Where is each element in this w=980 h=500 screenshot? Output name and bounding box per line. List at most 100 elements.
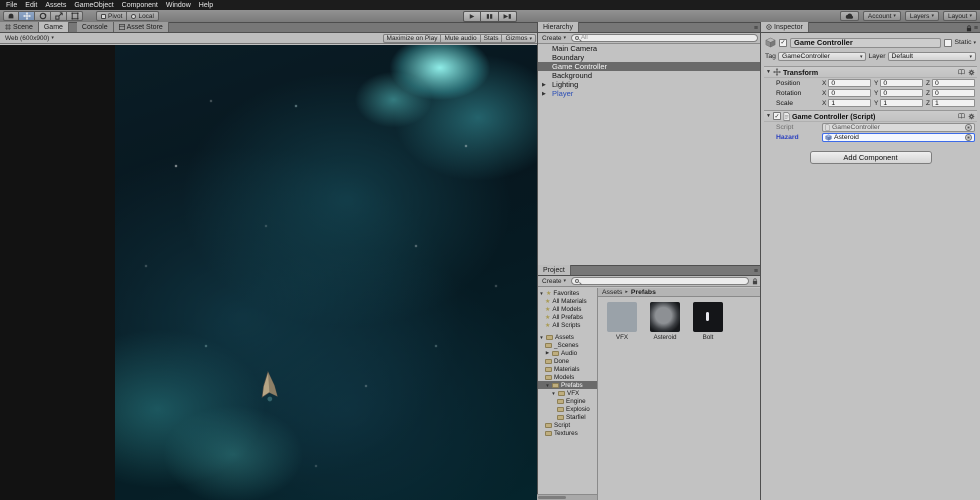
tab-asset-store[interactable]: Asset Store xyxy=(113,22,169,32)
tab-console[interactable]: Console xyxy=(76,22,114,32)
position-x-field[interactable]: 0 xyxy=(828,79,871,87)
favorites-root[interactable]: ▼ ★ Favorites xyxy=(538,289,597,297)
tab-hierarchy[interactable]: Hierarchy xyxy=(538,22,579,32)
folder-models[interactable]: Models xyxy=(538,373,597,381)
panel-menu-icon[interactable]: ≡ xyxy=(974,25,978,32)
pivot-toggle-button[interactable]: Pivot xyxy=(96,11,128,21)
breadcrumb-current[interactable]: Prefabs xyxy=(631,289,656,296)
folder-engine[interactable]: Engine xyxy=(538,397,597,405)
folder-vfx[interactable]: ▼ VFX xyxy=(538,389,597,397)
menu-window[interactable]: Window xyxy=(162,2,195,9)
tag-dropdown[interactable]: GameController ▾ xyxy=(777,52,867,61)
rotation-z-field[interactable]: 0 xyxy=(931,89,975,97)
static-toggle[interactable]: Static ▾ xyxy=(944,38,976,47)
menu-help[interactable]: Help xyxy=(195,2,217,9)
foldout-icon[interactable]: ▼ xyxy=(766,69,771,75)
scale-y-field[interactable]: 1 xyxy=(880,99,923,107)
collab-cloud-button[interactable] xyxy=(839,11,859,21)
hierarchy-item-player[interactable]: ▶ Player xyxy=(538,89,760,98)
folder-materials[interactable]: Materials xyxy=(538,365,597,373)
favorite-all-scripts[interactable]: ★ All Scripts xyxy=(538,321,597,329)
foldout-icon[interactable]: ▶ xyxy=(542,82,546,88)
folder-prefabs[interactable]: ▼ Prefabs xyxy=(538,381,597,389)
scrollbar-thumb[interactable] xyxy=(538,496,566,499)
scale-tool-button[interactable] xyxy=(51,11,67,21)
script-object-field[interactable]: GameController xyxy=(822,122,975,132)
script-component-header[interactable]: ▼ ✓ Game Controller (Script) xyxy=(764,111,977,122)
transform-header[interactable]: ▼ Transform xyxy=(764,67,977,78)
assets-root[interactable]: ▼ Assets xyxy=(538,333,597,341)
favorite-all-materials[interactable]: ★ All Materials xyxy=(538,297,597,305)
step-button[interactable]: ▶▮ xyxy=(499,11,517,22)
aspect-ratio-dropdown[interactable]: Web (600x900) ▾ xyxy=(2,34,57,42)
foldout-icon[interactable]: ▼ xyxy=(539,291,544,296)
scale-x-field[interactable]: 1 xyxy=(828,99,871,107)
gear-icon[interactable] xyxy=(968,69,975,76)
project-create-dropdown[interactable]: Create ▾ xyxy=(540,278,568,285)
hazard-object-field[interactable]: Asteroid xyxy=(822,132,975,142)
favorite-all-prefabs[interactable]: ★ All Prefabs xyxy=(538,313,597,321)
stats-button[interactable]: Stats xyxy=(480,34,503,43)
rect-tool-button[interactable] xyxy=(67,11,83,21)
layout-dropdown[interactable]: Layout ▾ xyxy=(942,11,977,21)
asset-item-asteroid[interactable]: Asteroid xyxy=(647,302,683,341)
foldout-icon[interactable]: ▶ xyxy=(542,91,546,97)
menu-file[interactable]: File xyxy=(2,2,21,9)
gameobject-name-field[interactable]: Game Controller xyxy=(790,37,942,48)
layers-dropdown[interactable]: Layers ▾ xyxy=(904,11,939,21)
hierarchy-item-lighting[interactable]: ▶ Lighting xyxy=(538,80,760,89)
horizontal-scrollbar[interactable] xyxy=(537,494,597,500)
play-button[interactable]: ▶ xyxy=(463,11,481,22)
hierarchy-item-game-controller[interactable]: Game Controller xyxy=(538,62,760,71)
rotation-y-field[interactable]: 0 xyxy=(880,89,923,97)
game-viewport[interactable] xyxy=(0,45,537,500)
gizmos-dropdown[interactable]: Gizmos ▾ xyxy=(502,34,536,43)
foldout-icon[interactable]: ▼ xyxy=(766,113,771,119)
foldout-icon[interactable]: ▼ xyxy=(551,391,556,396)
foldout-icon[interactable]: ▼ xyxy=(539,335,544,340)
object-picker-icon[interactable] xyxy=(965,123,972,131)
hierarchy-item-main-camera[interactable]: Main Camera xyxy=(538,44,760,53)
static-checkbox[interactable] xyxy=(944,38,953,47)
menu-component[interactable]: Component xyxy=(118,2,162,9)
hand-tool-button[interactable] xyxy=(3,11,19,21)
menu-assets[interactable]: Assets xyxy=(41,2,70,9)
folder-starfiel[interactable]: Starfiel xyxy=(538,413,597,421)
tab-game[interactable]: Game xyxy=(38,22,69,32)
breadcrumb-root[interactable]: Assets xyxy=(602,289,622,296)
object-picker-icon[interactable] xyxy=(965,133,972,141)
local-toggle-button[interactable]: Local xyxy=(127,11,159,21)
active-checkbox[interactable]: ✓ xyxy=(779,38,787,47)
help-book-icon[interactable] xyxy=(958,69,965,75)
position-z-field[interactable]: 0 xyxy=(931,79,975,87)
project-search-input[interactable] xyxy=(571,277,749,285)
folder-explosio[interactable]: Explosio xyxy=(538,405,597,413)
asset-item-bolt[interactable]: Bolt xyxy=(690,302,726,341)
hierarchy-create-dropdown[interactable]: Create ▾ xyxy=(540,35,568,42)
hierarchy-item-boundary[interactable]: Boundary xyxy=(538,53,760,62)
maximize-on-play-button[interactable]: Maximize on Play xyxy=(382,34,442,43)
foldout-icon[interactable]: ▶ xyxy=(545,350,550,356)
move-tool-button[interactable] xyxy=(19,11,35,21)
hierarchy-item-background[interactable]: Background xyxy=(538,71,760,80)
folder-audio[interactable]: ▶ Audio xyxy=(538,349,597,357)
component-enabled-checkbox[interactable]: ✓ xyxy=(772,112,781,120)
gear-icon[interactable] xyxy=(968,113,975,120)
account-dropdown[interactable]: Account ▾ xyxy=(862,11,901,21)
hierarchy-search-input[interactable]: All xyxy=(571,34,758,42)
menu-edit[interactable]: Edit xyxy=(21,2,41,9)
lock-icon[interactable] xyxy=(966,25,972,32)
tab-project[interactable]: Project xyxy=(538,265,571,275)
pause-button[interactable]: ▮▮ xyxy=(481,11,499,22)
help-book-icon[interactable] xyxy=(958,113,965,119)
mute-audio-button[interactable]: Mute audio xyxy=(441,34,481,43)
foldout-icon[interactable]: ▼ xyxy=(545,383,550,388)
position-y-field[interactable]: 0 xyxy=(880,79,923,87)
folder-textures[interactable]: Textures xyxy=(538,429,597,437)
favorite-all-models[interactable]: ★ All Models xyxy=(538,305,597,313)
rotate-tool-button[interactable] xyxy=(35,11,51,21)
lock-icon[interactable] xyxy=(752,277,758,285)
folder-script[interactable]: Script xyxy=(538,421,597,429)
folder-done[interactable]: Done xyxy=(538,357,597,365)
add-component-button[interactable]: Add Component xyxy=(809,151,932,164)
